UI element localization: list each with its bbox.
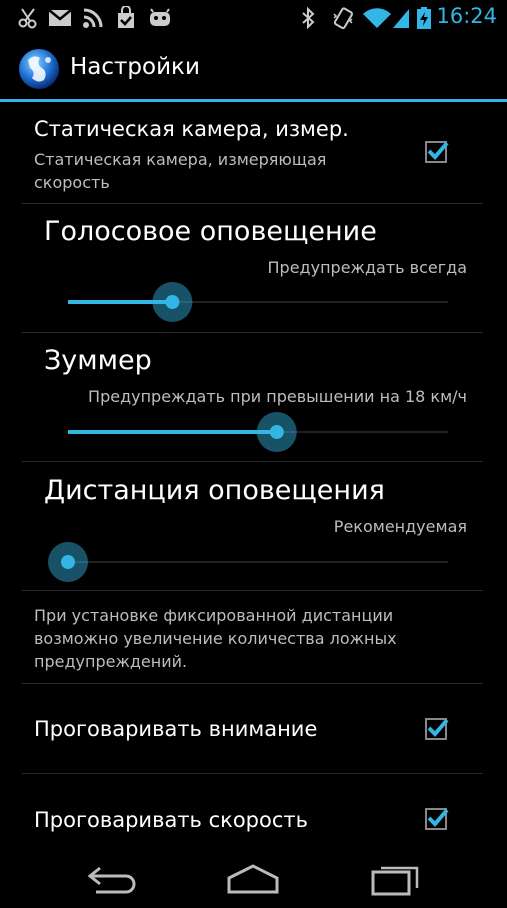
speak-attention-checkbox[interactable] [425,716,449,740]
signal-icon [393,9,409,28]
voice-alert-value: Предупреждать всегда [267,258,467,277]
distance-note: При установке фиксированной дистанции во… [34,606,397,671]
action-bar-divider [0,99,507,102]
voice-alert-title: Голосовое оповещение [44,216,377,247]
voice-alert-slider[interactable] [48,282,448,322]
static-camera-checkbox[interactable] [425,139,449,163]
wifi-icon [363,8,391,28]
pref-static-camera-summary: Статическая камера, измеряющая скорость [34,150,327,192]
divider [22,773,483,774]
buzzer-slider[interactable] [48,412,448,452]
action-bar: Настройки [0,36,507,100]
alert-distance-value: Рекомендуемая [333,517,467,536]
clock: 16:24 [436,4,497,28]
vibrate-icon [333,7,353,30]
gmail-icon [48,9,72,26]
page-title: Настройки [70,54,200,80]
alert-distance-title: Дистанция оповещения [44,475,385,506]
buzzer-title: Зуммер [44,345,152,376]
battery-charging-icon [417,7,431,29]
divider [22,683,483,684]
divider [22,203,483,204]
divider [22,590,483,591]
recent-apps-icon[interactable] [369,858,421,898]
alert-distance-slider[interactable] [48,542,448,582]
back-icon[interactable] [86,858,140,898]
divider [22,461,483,462]
scissors-icon [18,8,37,29]
app-logo-icon[interactable] [18,48,60,90]
bluetooth-icon [302,6,315,30]
shopping-bag-icon [118,6,134,28]
buzzer-value: Предупреждать при превышении на 18 км/ч [88,387,467,406]
divider [22,332,483,333]
speak-attention-title: Проговаривать внимание [34,717,318,741]
rss-icon [83,8,103,28]
home-icon[interactable] [225,858,281,898]
status-bar: 16:24 [0,0,507,36]
speak-speed-title: Проговаривать скорость [34,808,309,832]
navigation-bar [0,848,507,908]
android-icon [150,8,170,26]
pref-static-camera-title: Статическая камера, измер. [34,117,349,141]
speak-speed-checkbox[interactable] [425,806,449,830]
